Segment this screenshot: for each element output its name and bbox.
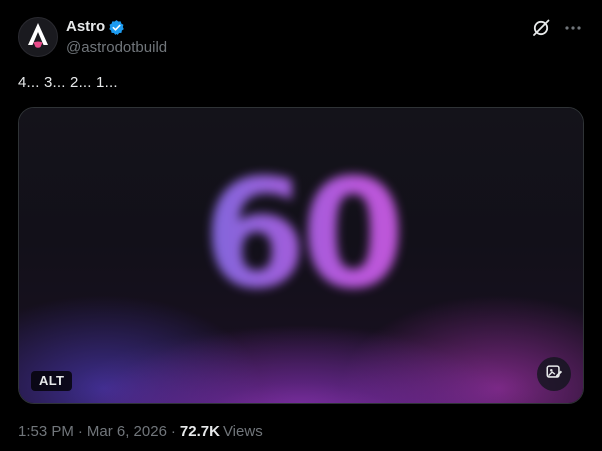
post-metadata: 1:53 PM · Mar 6, 2026 · 72.7K Views <box>18 422 263 442</box>
post-date[interactable]: Mar 6, 2026 <box>87 422 167 442</box>
post-time[interactable]: 1:53 PM <box>18 422 74 442</box>
meta-separator: · <box>77 423 83 440</box>
edit-image-button[interactable] <box>537 357 571 391</box>
grok-icon[interactable] <box>530 17 552 39</box>
views-count[interactable]: 72.7K <box>180 422 220 442</box>
post-container: Astro @astrodotbuild 4... 3... 2... 1...… <box>0 0 602 451</box>
post-top-actions <box>530 17 584 39</box>
avatar[interactable] <box>18 17 58 57</box>
astro-logo-icon <box>25 21 51 54</box>
media-countdown-digits: 60 <box>19 160 583 310</box>
author-display-name[interactable]: Astro <box>66 17 105 37</box>
meta-separator: · <box>170 423 176 440</box>
author-info: Astro @astrodotbuild <box>66 17 167 58</box>
views-label: Views <box>222 423 263 440</box>
post-media[interactable]: 60 ALT <box>18 107 584 404</box>
verified-badge-icon[interactable] <box>108 19 125 36</box>
post-text: 4... 3... 2... 1... <box>18 74 118 91</box>
alt-text-button[interactable]: ALT <box>31 371 73 391</box>
author-handle[interactable]: @astrodotbuild <box>66 38 167 58</box>
more-options-icon[interactable] <box>562 17 584 39</box>
edit-image-icon <box>545 363 563 386</box>
